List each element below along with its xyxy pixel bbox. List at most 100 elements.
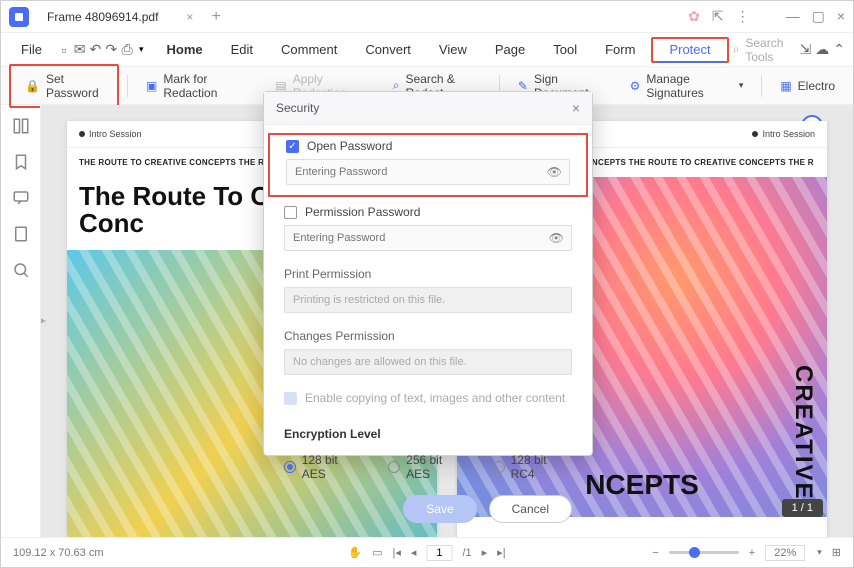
enable-copy-label: Enable copying of text, images and other… [305,391,565,405]
select-tool-icon[interactable]: ▭ [372,546,382,559]
enc-256-aes-radio[interactable]: 256 bit AES [388,453,466,481]
window-controls: ✿ ⇱ ⋮ — ▢ × [688,8,845,25]
open-password-checkbox[interactable]: ✓ [286,140,299,153]
new-tab-button[interactable]: + [211,8,220,26]
changes-permission-label: Changes Permission [284,329,572,343]
menu-view[interactable]: View [427,38,479,61]
more-icon[interactable]: ⋮ [736,8,750,25]
mail-icon[interactable]: ✉ [74,38,86,62]
left-sidebar [1,105,41,537]
last-page-icon[interactable]: ▸| [497,546,505,559]
changes-permission-select[interactable]: No changes are allowed on this file. [284,349,572,375]
permission-password-input[interactable] [284,225,572,251]
prev-page-icon[interactable]: ◂ [411,546,417,559]
statusbar: 109.12 x 70.63 cm ✋ ▭ |◂ ◂ /1 ▸ ▸| − + 2… [1,537,853,567]
tab-close-icon[interactable]: × [186,10,193,24]
search-placeholder: Search Tools [745,36,783,64]
page-navigation: ✋ ▭ |◂ ◂ /1 ▸ ▸| [348,545,505,561]
close-icon[interactable]: × [837,8,845,25]
enable-copy-checkbox[interactable] [284,392,297,405]
save-button[interactable]: Save [403,495,476,523]
dialog-title-text: Security [276,101,319,115]
share-icon[interactable]: ⇱ [712,8,724,25]
menu-convert[interactable]: Convert [353,38,423,61]
sidebar-expand-icon[interactable]: ▸ [41,316,46,327]
eye-icon[interactable]: 👁 [549,231,564,245]
bookmark-icon[interactable] [12,153,30,171]
minimize-icon[interactable]: — [786,8,800,25]
comment-icon[interactable] [12,189,30,207]
dialog-titlebar: Security × [264,92,592,125]
redo-icon[interactable]: ↷ [105,38,117,62]
zoom-dropdown-icon[interactable]: ▾ [817,547,822,558]
zoom-slider[interactable] [669,551,739,554]
open-external-icon[interactable]: ⇲ [799,38,811,62]
page-number-input[interactable] [426,545,452,561]
open-password-input[interactable] [286,159,570,185]
search-icon: ⌕ [733,42,740,57]
save-icon[interactable]: ▫ [58,38,70,62]
cloud-sync-icon[interactable]: ☁ [815,38,829,62]
creative-vertical-text: CREATIVE [789,365,817,501]
set-password-highlight: 🔒 Set Password [9,64,119,108]
open-password-highlight: ✓ Open Password 👁 [268,133,588,197]
chevron-up-icon[interactable]: ⌃ [833,38,845,62]
maximize-icon[interactable]: ▢ [812,8,825,25]
protect-highlight: Protect [651,37,728,63]
set-password-label: Set Password [46,72,103,100]
menu-page[interactable]: Page [483,38,537,61]
session-label: Intro Session [89,129,142,139]
zoom-controls: − + 22% ▾ ⊞ [652,545,841,561]
cloud-icon[interactable]: ✿ [688,8,700,25]
session-label-r: Intro Session [762,129,815,139]
print-icon[interactable]: ⎙ [121,38,133,62]
zoom-out-icon[interactable]: − [652,547,658,559]
zoom-value: 22% [765,545,805,561]
first-page-icon[interactable]: |◂ [393,546,401,559]
permission-password-checkbox[interactable] [284,206,297,219]
electro-icon: ▦ [780,79,791,93]
next-page-icon[interactable]: ▸ [482,546,488,559]
set-password-button[interactable]: 🔒 Set Password [15,68,113,104]
app-icon [9,7,29,27]
page-total: /1 [462,547,471,559]
menu-form[interactable]: Form [593,38,647,61]
manage-sig-icon: ⚙ [630,79,641,93]
open-password-label: Open Password [307,139,392,153]
menu-home[interactable]: Home [155,38,215,61]
enc-128-aes-radio[interactable]: 128 bit AES [284,453,362,481]
electro-label: Electro [798,79,835,93]
file-menu[interactable]: File [9,38,54,61]
menu-protect[interactable]: Protect [657,38,722,63]
search-tools[interactable]: ⌕ Search Tools [733,36,784,64]
cancel-button[interactable]: Cancel [489,495,572,523]
lock-icon: 🔒 [25,79,40,93]
zoom-in-icon[interactable]: + [749,547,755,559]
ncepts-text: NCEPTS [585,469,699,501]
manage-signatures-button[interactable]: ⚙ Manage Signatures ▾ [620,68,754,104]
divider [127,75,128,97]
encryption-radio-group: 128 bit AES 256 bit AES 128 bit RC4 [264,447,592,487]
print-permission-label: Print Permission [284,267,572,281]
menu-tool[interactable]: Tool [541,38,589,61]
print-permission-select[interactable]: Printing is restricted on this file. [284,287,572,313]
print-dropdown-icon[interactable]: ▾ [139,44,144,55]
hand-tool-icon[interactable]: ✋ [348,546,362,559]
enc-128-rc4-radio[interactable]: 128 bit RC4 [493,453,572,481]
eye-icon[interactable]: 👁 [547,165,562,179]
page-count-badge: 1 / 1 [782,499,823,517]
attachment-icon[interactable] [12,225,30,243]
document-tab[interactable]: Frame 48096914.pdf × [37,6,203,28]
titlebar: Frame 48096914.pdf × + ✿ ⇱ ⋮ — ▢ × [1,1,853,33]
thumbnail-panel-icon[interactable] [12,117,30,135]
menu-edit[interactable]: Edit [219,38,265,61]
fit-page-icon[interactable]: ⊞ [832,546,841,559]
search-panel-icon[interactable] [12,261,30,279]
mark-redaction-button[interactable]: ▣ Mark for Redaction [136,68,257,104]
tab-filename: Frame 48096914.pdf [47,10,158,24]
menu-comment[interactable]: Comment [269,38,349,61]
mark-redaction-label: Mark for Redaction [163,72,247,100]
dialog-close-icon[interactable]: × [572,100,580,116]
undo-icon[interactable]: ↶ [90,38,102,62]
electro-button[interactable]: ▦ Electro [770,75,845,97]
